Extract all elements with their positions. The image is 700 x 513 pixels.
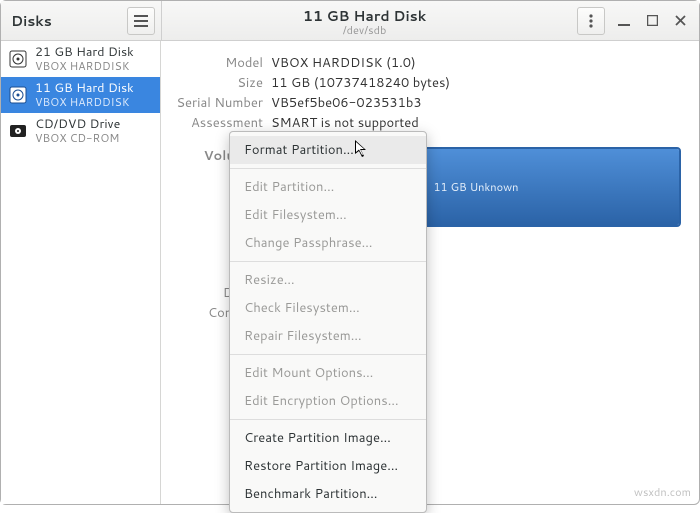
row-size: Size 11 GB (10737418240 bytes) [165,73,681,93]
menu-separator [230,419,426,420]
disk-item-21gb[interactable]: 21 GB Hard Disk VBOX HARDDISK [1,41,160,77]
disk-item-title: 11 GB Hard Disk [35,81,134,95]
minimize-button[interactable] [615,12,633,30]
value-model: VBOX HARDDISK (1.0) [271,54,416,72]
label-model: Model [165,54,271,72]
app-title: Disks [11,11,52,31]
optical-drive-icon [7,120,29,142]
hdd-icon [7,84,29,106]
menu-item: Check Filesystem… [230,294,426,322]
disk-item-cddvd[interactable]: CD/DVD Drive VBOX CD-ROM [1,113,160,149]
menu-item[interactable]: Benchmark Partition… [230,480,426,508]
disk-item-11gb[interactable]: 11 GB Hard Disk VBOX HARDDISK [1,77,160,113]
close-icon [675,15,686,26]
row-serial: Serial Number VB5ef5be06-023531b3 [165,93,681,113]
row-assessment: Assessment SMART is not supported [165,113,681,133]
header-right [567,7,699,35]
maximize-button[interactable] [643,12,661,30]
disk-item-title: CD/DVD Drive [35,117,120,131]
menu-item: Edit Filesystem… [230,201,426,229]
hdd-icon [7,48,29,70]
header-left: Disks [1,7,161,35]
label-serial: Serial Number [165,94,271,112]
partition-label: 11 GB Unknown [434,179,519,195]
disk-item-subtitle: VBOX HARDDISK [35,95,134,109]
value-serial: VB5ef5be06-023531b3 [271,94,422,112]
disk-item-subtitle: VBOX HARDDISK [35,59,134,73]
volume-context-menu: Format Partition… Edit Partition…Edit Fil… [229,131,427,513]
menu-item: Resize… [230,266,426,294]
value-assessment: SMART is not supported [271,114,419,132]
menu-item: Change Passphrase… [230,229,426,257]
menu-item: Repair Filesystem… [230,322,426,350]
menu-item[interactable]: Create Partition Image… [230,424,426,452]
kebab-icon [589,14,593,28]
disk-subtitle: /dev/sdb [162,24,567,37]
row-model: Model VBOX HARDDISK (1.0) [165,53,681,73]
hamburger-icon [134,15,148,27]
close-button[interactable] [671,12,689,30]
value-size: 11 GB (10737418240 bytes) [271,74,450,92]
minimize-icon [618,15,630,27]
sidebar: 21 GB Hard Disk VBOX HARDDISK 11 GB Hard… [1,41,161,504]
maximize-icon [647,15,658,26]
menu-item[interactable]: Format Partition… [230,136,426,164]
menu-separator [230,168,426,169]
disk-item-title: 21 GB Hard Disk [35,45,134,59]
disk-item-subtitle: VBOX CD-ROM [35,131,120,145]
watermark: wsxdn.com [634,484,691,500]
mouse-cursor-icon [355,140,369,158]
disk-menu-button[interactable] [577,7,605,35]
app-menu-button[interactable] [127,7,155,35]
header-bar: Disks 11 GB Hard Disk /dev/sdb [1,1,699,41]
label-assessment: Assessment [165,114,271,132]
menu-item: Edit Encryption Options… [230,387,426,415]
menu-item[interactable]: Restore Partition Image… [230,452,426,480]
menu-item: Edit Partition… [230,173,426,201]
menu-separator [230,354,426,355]
label-size: Size [165,74,271,92]
menu-separator [230,261,426,262]
menu-item: Edit Mount Options… [230,359,426,387]
header-center: 11 GB Hard Disk /dev/sdb [162,4,567,37]
